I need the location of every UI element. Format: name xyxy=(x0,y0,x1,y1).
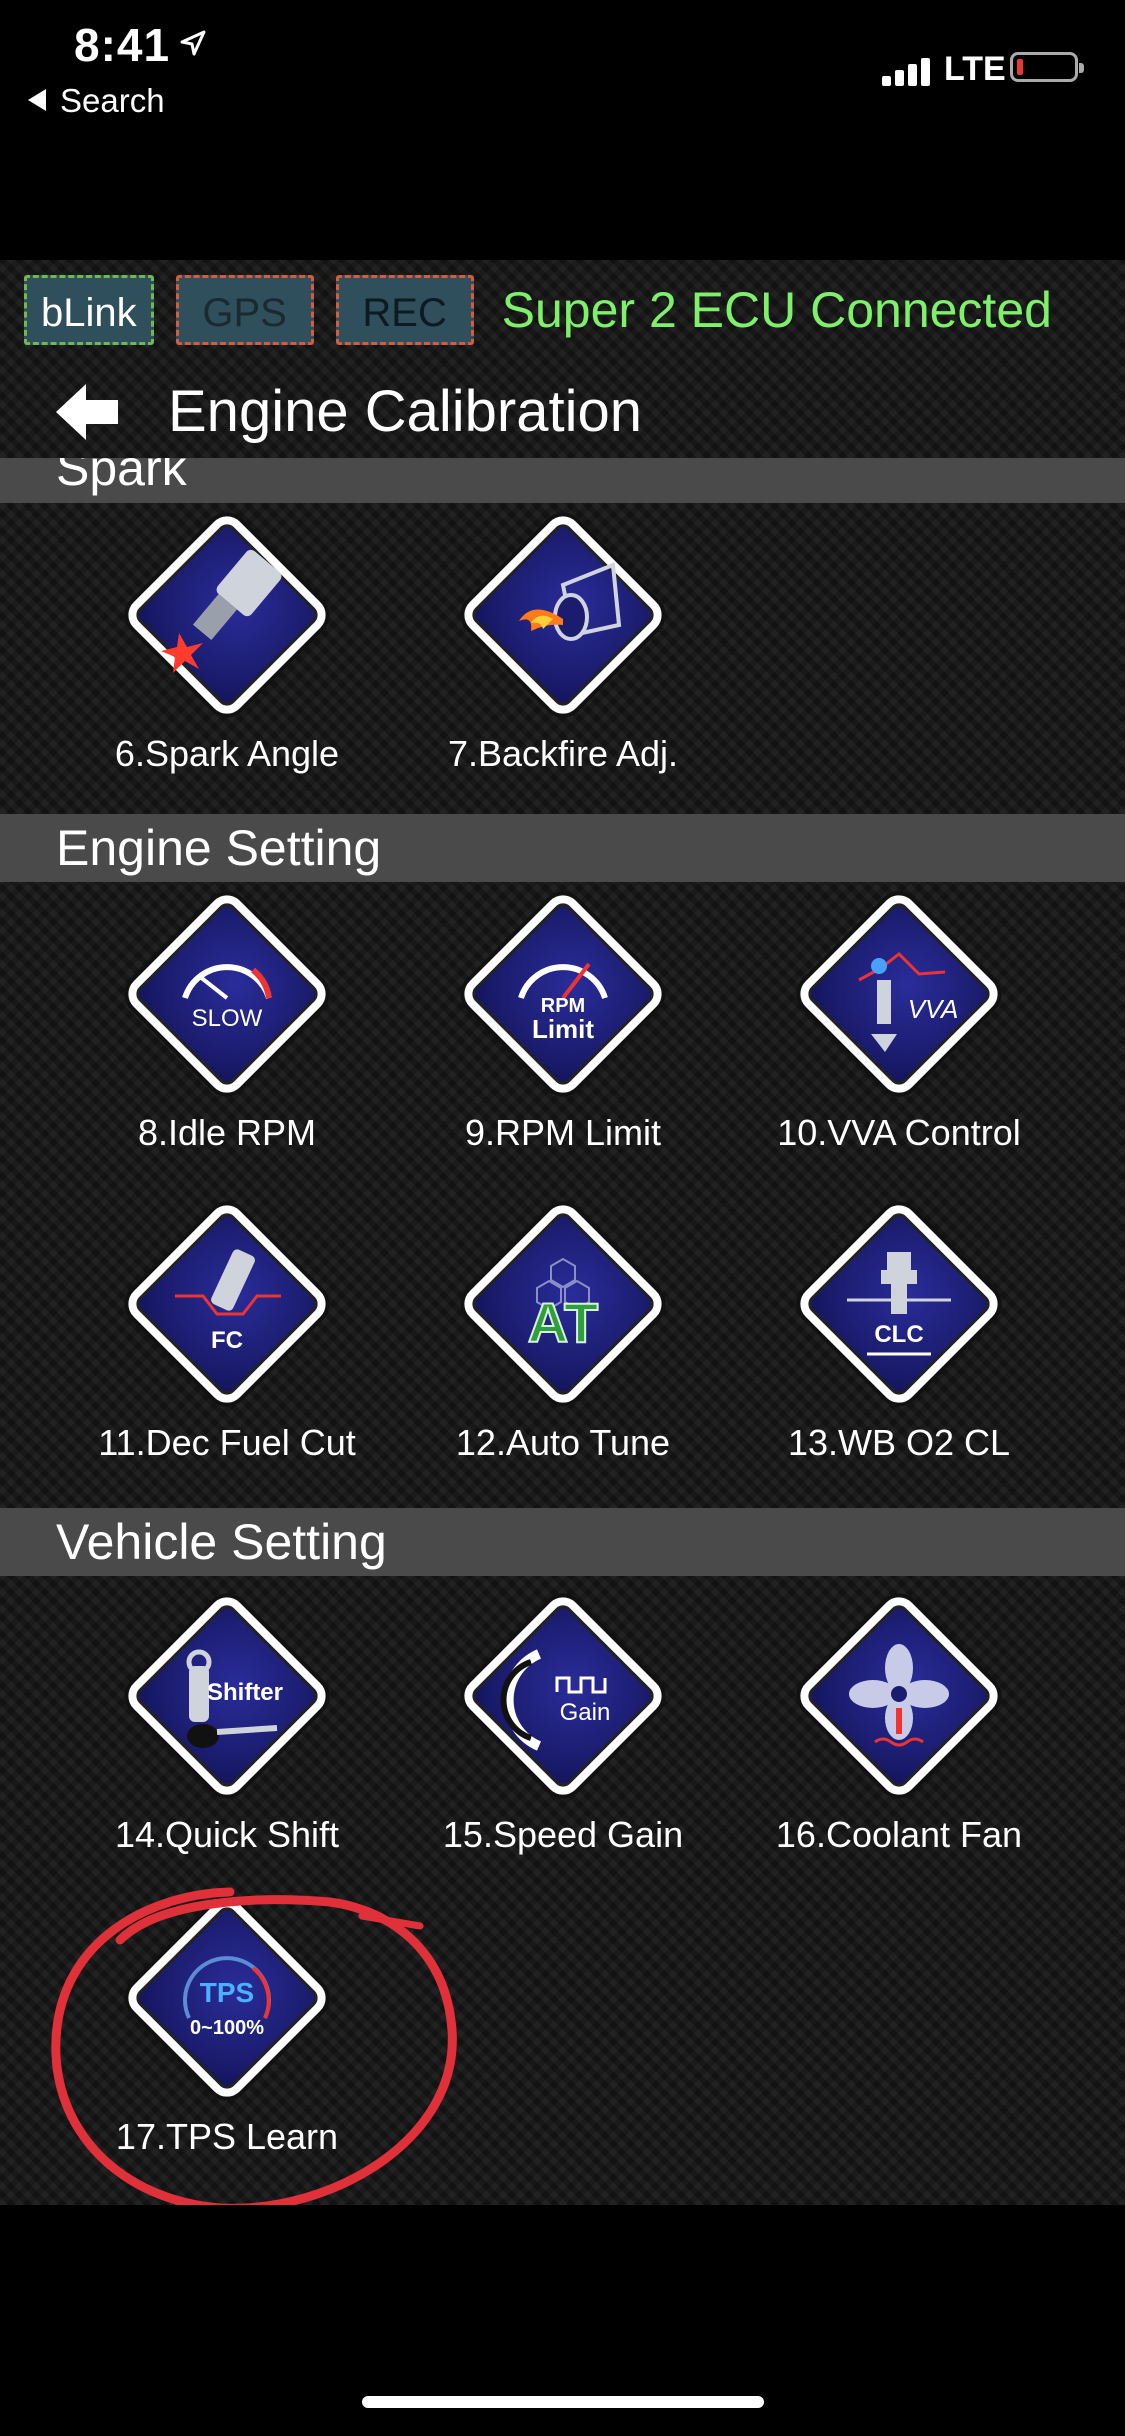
o2-sensor-icon: CLC xyxy=(847,1252,951,1356)
coolant-fan-icon xyxy=(849,1644,949,1747)
section-header-engine-setting: Engine Setting xyxy=(0,814,1125,882)
rec-chip[interactable]: REC xyxy=(335,275,474,345)
gps-chip[interactable]: GPS xyxy=(175,275,314,345)
tile-label: 12.Auto Tune xyxy=(455,1422,671,1463)
connection-chips: bLink GPS REC Super 2 ECU Connected xyxy=(24,275,1052,345)
section-header-spark: Spark xyxy=(0,458,1125,503)
tile-label: 16.Coolant Fan xyxy=(775,1814,1023,1855)
cell-signal-icon xyxy=(882,58,930,86)
tile-label: 10.VVA Control xyxy=(777,1112,1021,1153)
back-arrow-icon[interactable] xyxy=(54,382,120,442)
section-title: Vehicle Setting xyxy=(56,1514,387,1570)
status-bar: 8:41 Search LTE xyxy=(0,0,1125,260)
svg-text:FC: FC xyxy=(211,1327,243,1354)
svg-text:Limit: Limit xyxy=(532,1014,594,1044)
fuel-injector-icon: FC xyxy=(175,1249,281,1354)
vva-valve-icon: VVA xyxy=(858,952,959,1052)
tile-label: 8.Idle RPM xyxy=(137,1112,317,1153)
tile-label: 11.Dec Fuel Cut xyxy=(98,1422,356,1463)
svg-text:SLOW: SLOW xyxy=(192,1005,263,1032)
app-screen: bLink GPS REC Super 2 ECU Connected Engi… xyxy=(0,260,1125,2205)
home-indicator[interactable] xyxy=(362,2396,764,2408)
spark-plug-icon xyxy=(161,549,282,673)
page-title: Engine Calibration xyxy=(168,379,642,444)
section-header-vehicle-setting: Vehicle Setting xyxy=(0,1508,1125,1576)
tile-label: 14.Quick Shift xyxy=(114,1814,340,1855)
location-arrow-icon xyxy=(180,30,206,56)
tile-label: 7.Backfire Adj. xyxy=(447,733,679,774)
network-type: LTE xyxy=(944,50,1006,88)
section-title: Spark xyxy=(56,458,187,496)
tile-label: 15.Speed Gain xyxy=(442,1814,684,1855)
connection-status: Super 2 ECU Connected xyxy=(501,282,1052,338)
tile-label: 9.RPM Limit xyxy=(464,1112,662,1153)
shifter-icon: Shifter xyxy=(186,1649,283,1748)
auto-tune-icon: AT xyxy=(527,1257,599,1355)
exhaust-fire-icon xyxy=(519,562,622,641)
slow-gauge-icon: SLOW xyxy=(182,964,272,1032)
tile-label: 13.WB O2 CL xyxy=(787,1422,1011,1463)
battery-icon xyxy=(1010,52,1084,82)
status-time: 8:41 xyxy=(74,19,171,71)
tile-label: 17.TPS Learn xyxy=(115,2116,339,2157)
tps-gauge-icon: TPS 0~100% xyxy=(183,1956,271,2039)
rpm-limit-gauge-icon: RPM Limit xyxy=(518,962,608,1044)
section-title: Engine Setting xyxy=(56,820,382,876)
svg-text:0~100%: 0~100% xyxy=(190,2017,264,2039)
back-to-search-link[interactable]: Search xyxy=(28,82,165,120)
svg-text:AT: AT xyxy=(528,1291,599,1354)
svg-text:CLC: CLC xyxy=(874,1321,923,1348)
back-search-label: Search xyxy=(60,82,165,119)
svg-text:Gain: Gain xyxy=(560,1699,611,1726)
svg-text:TPS: TPS xyxy=(200,1977,254,2008)
back-triangle-icon xyxy=(28,89,46,112)
title-bar: Engine Calibration xyxy=(0,360,1125,460)
svg-text:VVA: VVA xyxy=(908,994,959,1024)
blink-chip[interactable]: bLink xyxy=(24,275,154,345)
svg-text:Shifter: Shifter xyxy=(207,1679,283,1706)
speed-gain-icon: Gain xyxy=(500,1649,611,1751)
tile-label: 6.Spark Angle xyxy=(114,733,340,774)
